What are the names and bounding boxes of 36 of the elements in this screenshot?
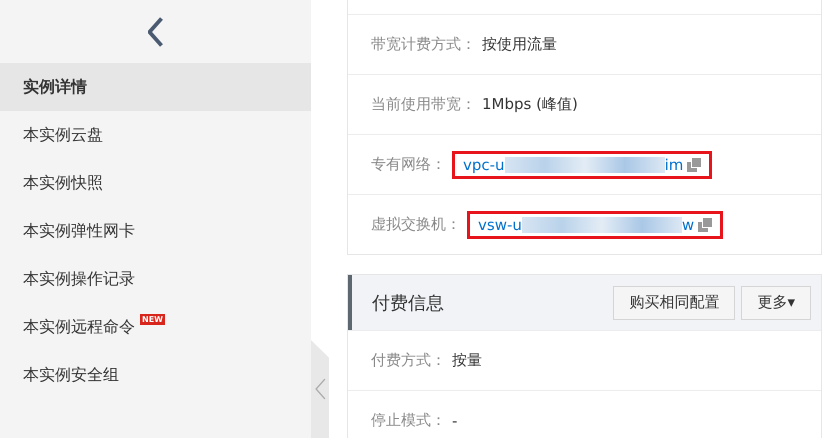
sidebar-item-label: 本实例快照 bbox=[23, 172, 103, 194]
sidebar-item-label: 本实例远程命令 bbox=[23, 316, 135, 338]
field-label: 带宽计费方式： bbox=[371, 35, 476, 54]
sidebar-item[interactable]: 本实例云盘 bbox=[0, 111, 311, 159]
field-value: 按使用流量 bbox=[482, 35, 557, 54]
field-value: 按量 bbox=[452, 351, 482, 370]
id-link[interactable]: im bbox=[664, 156, 684, 174]
id-link[interactable]: vsw-u bbox=[478, 216, 522, 234]
field-label: 专有网络： bbox=[371, 155, 446, 174]
sidebar-item[interactable]: 本实例安全组 bbox=[0, 351, 311, 399]
sidebar-item[interactable]: 本实例远程命令 NEW bbox=[0, 303, 311, 351]
field-value: 1Mbps (峰值) bbox=[482, 95, 578, 114]
sidebar-item-label: 本实例云盘 bbox=[23, 124, 103, 146]
sidebar-item-label: 实例详情 bbox=[23, 76, 87, 98]
id-link[interactable]: w bbox=[682, 216, 694, 234]
field-label: 虚拟交换机： bbox=[371, 215, 461, 234]
field-value: - bbox=[452, 412, 458, 430]
sidebar-item-label: 本实例弹性网卡 bbox=[23, 220, 135, 242]
field-label: 付费方式： bbox=[371, 351, 446, 370]
field-label: 当前使用带宽： bbox=[371, 95, 476, 114]
sidebar-item-label: 本实例安全组 bbox=[23, 364, 119, 386]
chevron-left-icon[interactable] bbox=[148, 16, 163, 46]
header-button[interactable]: 购买相同配置 bbox=[613, 286, 736, 320]
sidebar-item[interactable]: 本实例快照 bbox=[0, 159, 311, 207]
id-link[interactable]: vpc-u bbox=[463, 156, 505, 174]
header-button[interactable]: 更多▾ bbox=[741, 286, 811, 320]
sidebar-item[interactable]: 实例详情 bbox=[0, 63, 311, 111]
copy-icon[interactable] bbox=[698, 218, 712, 232]
sidebar-item[interactable]: 本实例操作记录 bbox=[0, 255, 311, 303]
copy-icon[interactable] bbox=[687, 158, 702, 172]
sidebar-item[interactable]: 本实例弹性网卡 bbox=[0, 207, 311, 255]
field-label: 停止模式： bbox=[371, 411, 446, 430]
collapse-tab[interactable] bbox=[311, 340, 329, 438]
sidebar-item-label: 本实例操作记录 bbox=[23, 268, 135, 290]
section-title: 付费信息 bbox=[372, 292, 445, 314]
new-badge: NEW bbox=[140, 314, 165, 325]
